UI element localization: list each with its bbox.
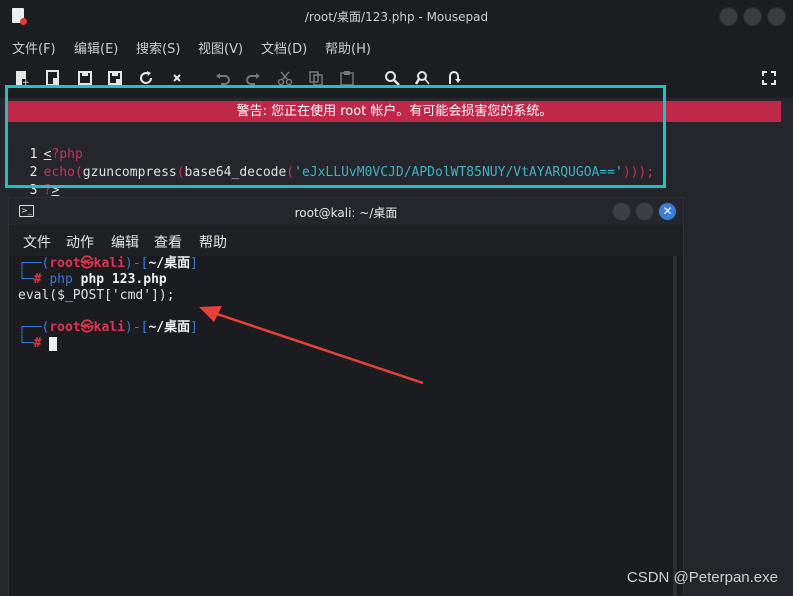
command-line: └─# php php 123.php xyxy=(18,272,167,287)
terminal-close-button[interactable]: ✕ xyxy=(658,202,677,221)
terminal-menu-edit[interactable]: 编辑 xyxy=(111,232,139,252)
prompt-line-2: ┌──(root㉿kali)-[~/桌面] xyxy=(18,320,198,335)
terminal-scrollbar[interactable] xyxy=(673,256,677,596)
menu-edit[interactable]: 编辑(E) xyxy=(74,38,118,57)
close-button[interactable] xyxy=(767,7,786,26)
active-prompt: └─# xyxy=(18,336,58,352)
terminal-menu-view[interactable]: 查看 xyxy=(154,232,182,252)
terminal-minimize-button[interactable] xyxy=(612,202,631,221)
editor-window-title: /root/桌面/123.php - Mousepad xyxy=(304,10,489,24)
editor-title-bar: /root/桌面/123.php - Mousepad xyxy=(0,0,793,32)
prompt-line-1: ┌──(root㉿kali)-[~/桌面] xyxy=(18,256,198,271)
code-highlight-box xyxy=(5,85,666,188)
terminal-menu-action[interactable]: 动作 xyxy=(66,232,94,252)
terminal-menu-help[interactable]: 帮助 xyxy=(199,232,227,252)
prompt-host: kali xyxy=(93,256,125,271)
terminal-menu-file[interactable]: 文件 xyxy=(23,232,51,252)
text-cursor xyxy=(49,336,58,351)
terminal-title-bar: >_ root@kali: ~/桌面 ✕ xyxy=(9,198,683,225)
terminal-maximize-button[interactable] xyxy=(635,202,654,221)
prompt-dir: ~/桌面 xyxy=(148,320,191,335)
terminal-menu-bar: 文件 动作 编辑 查看 帮助 xyxy=(9,225,683,255)
menu-help[interactable]: 帮助(H) xyxy=(325,38,371,57)
command-output: eval($_POST['cmd']); xyxy=(18,288,175,304)
menu-file[interactable]: 文件(F) xyxy=(12,38,56,57)
terminal-window: >_ root@kali: ~/桌面 ✕ 文件 动作 编辑 查看 帮助 ┌──(… xyxy=(8,197,684,596)
csdn-watermark: CSDN @Peterpan.exe xyxy=(626,569,778,586)
prompt-host: kali xyxy=(93,320,125,335)
maximize-button[interactable] xyxy=(743,7,762,26)
editor-menu-bar: 文件(F) 编辑(E) 搜索(S) 视图(V) 文档(D) 帮助(H) xyxy=(0,32,793,60)
menu-view[interactable]: 视图(V) xyxy=(198,38,243,57)
typed-command: php 123.php xyxy=(80,272,167,287)
prompt-dir: ~/桌面 xyxy=(148,256,191,271)
menu-document[interactable]: 文档(D) xyxy=(261,38,307,57)
output-text: eval($_POST['cmd']); xyxy=(18,288,175,303)
minimize-button[interactable] xyxy=(719,7,738,26)
menu-search[interactable]: 搜索(S) xyxy=(136,38,180,57)
prompt-user: root xyxy=(49,320,81,335)
terminal-window-title: root@kali: ~/桌面 xyxy=(294,206,398,220)
fullscreen-icon[interactable] xyxy=(760,70,778,88)
prompt-user: root xyxy=(49,256,81,271)
terminal-output-area[interactable]: ┌──(root㉿kali)-[~/桌面] └─# php php 123.ph… xyxy=(9,256,683,596)
